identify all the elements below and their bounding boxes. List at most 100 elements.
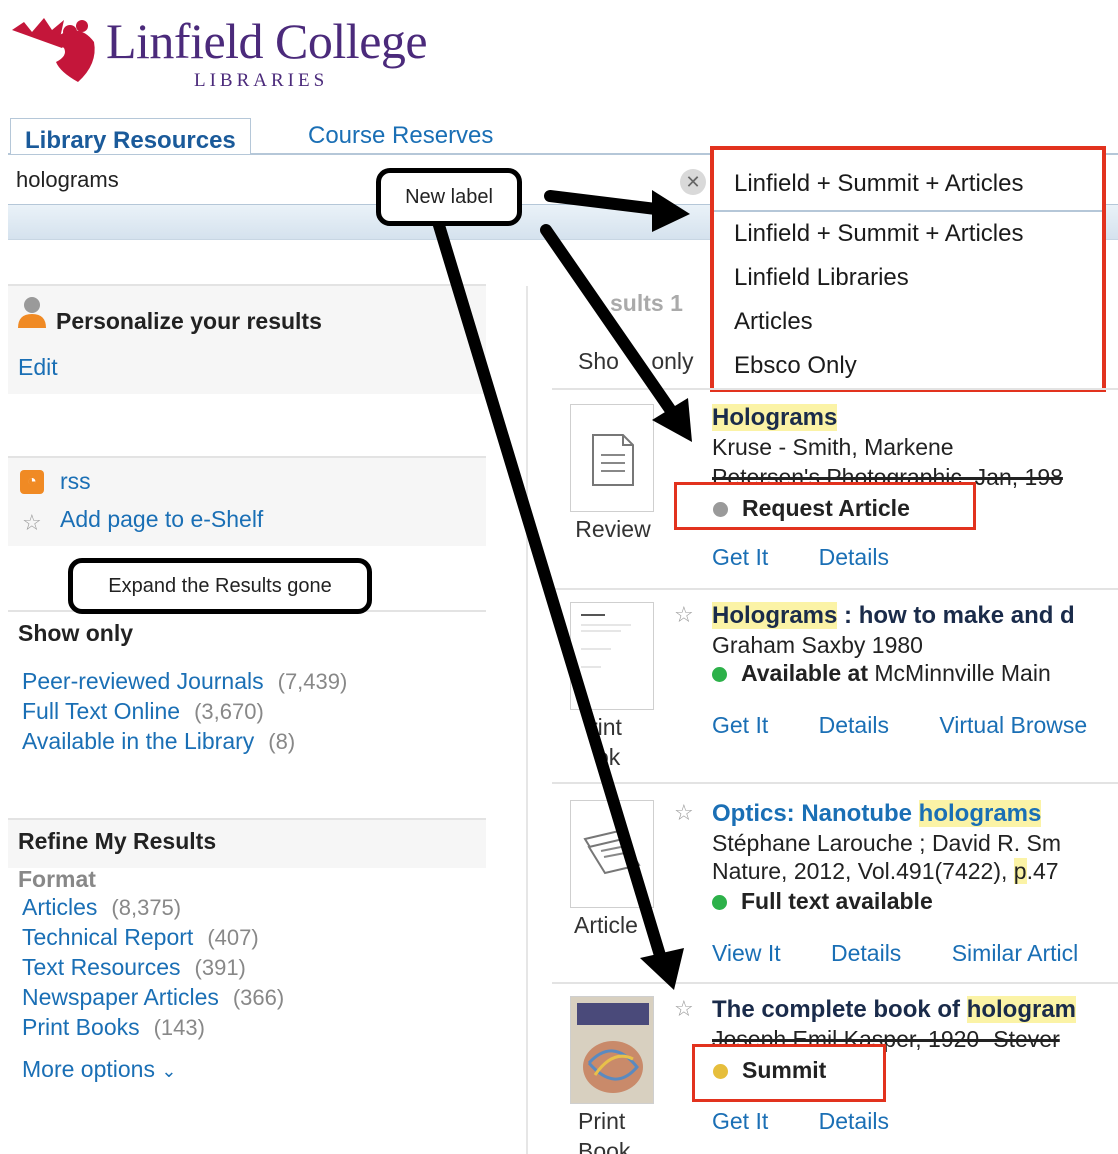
- details-link[interactable]: Details: [819, 1108, 889, 1134]
- format-list: Articles (8,375) Technical Report (407) Te…: [22, 894, 482, 1044]
- dropdown-divider: [714, 210, 1102, 212]
- star-icon[interactable]: ☆: [674, 800, 694, 826]
- tab-library-resources[interactable]: Library Resources: [10, 118, 251, 156]
- personalize-box: Personalize your results Edit: [8, 284, 486, 394]
- facet-print-books[interactable]: Print Books (143): [22, 1014, 482, 1044]
- status-label[interactable]: Request Article: [742, 495, 910, 521]
- result-title[interactable]: Optics: Nanotube holograms: [712, 800, 1042, 828]
- tab-course-reserves[interactable]: Course Reserves: [308, 122, 493, 150]
- scope-option[interactable]: Ebsco Only: [734, 352, 857, 380]
- book-cover-image: [571, 997, 653, 1103]
- availability-status[interactable]: Request Article: [713, 495, 910, 522]
- scope-option[interactable]: Linfield Libraries: [734, 264, 909, 292]
- details-link[interactable]: Details: [819, 712, 889, 738]
- details-link[interactable]: Details: [831, 940, 901, 966]
- title-highlight[interactable]: Holograms: [712, 404, 838, 431]
- source-rest: .47: [1026, 858, 1059, 884]
- result-thumbnail[interactable]: [570, 996, 654, 1104]
- oak-leaf-logo-icon: [12, 18, 95, 83]
- document-icon: [592, 434, 634, 486]
- edit-link[interactable]: Edit: [18, 354, 58, 381]
- facet-full-text[interactable]: Full Text Online (3,670): [22, 698, 482, 728]
- star-icon[interactable]: ☆: [674, 602, 694, 628]
- result-thumbnail[interactable]: [570, 800, 654, 908]
- facet-label[interactable]: Text Resources: [22, 954, 181, 980]
- result-author: Kruse - Smith, Markene: [712, 434, 954, 460]
- show-only-text: Sho: [578, 348, 619, 374]
- title-highlight[interactable]: hologram: [966, 996, 1077, 1023]
- book-cover-icon: [581, 614, 631, 668]
- scope-option[interactable]: Articles: [734, 308, 813, 336]
- search-input[interactable]: holograms: [16, 167, 119, 193]
- result-type-label: ok: [596, 744, 621, 770]
- logo-title: Linfield College: [106, 13, 428, 69]
- availability-status[interactable]: Available at McMinnville Main: [712, 660, 1051, 687]
- facet-count: (143): [153, 1015, 205, 1040]
- result-author: Graham Saxby 1980: [712, 632, 923, 658]
- actions-box: ◔ rss ☆ Add page to e-Shelf: [8, 456, 486, 546]
- add-eshelf-link[interactable]: Add page to e-Shelf: [60, 506, 263, 533]
- get-it-link[interactable]: Get It: [712, 544, 768, 570]
- result-thumbnail[interactable]: [570, 404, 654, 512]
- expand-gone-callout: Expand the Results gone: [68, 558, 372, 614]
- source-pre: Nature, 2012, Vol.491(7422),: [712, 858, 1014, 884]
- availability-box: Request Article: [674, 482, 976, 530]
- result-type-label: Review: [575, 516, 651, 542]
- chevron-down-icon: ⌄: [161, 1061, 177, 1081]
- result-actions: View It Details Similar Articl: [712, 940, 1078, 967]
- result-title[interactable]: Holograms : how to make and d: [712, 602, 1075, 630]
- scope-dropdown[interactable]: Linfield + Summit + Articles Linfield + …: [710, 146, 1106, 392]
- facet-newspaper-articles[interactable]: Newspaper Articles (366): [22, 984, 482, 1014]
- result-thumbnail[interactable]: [570, 602, 654, 710]
- refine-box: Refine My Results: [8, 818, 486, 868]
- facet-label[interactable]: Full Text Online: [22, 698, 180, 724]
- status-dot: [713, 502, 728, 518]
- more-options-label[interactable]: More options: [22, 1056, 155, 1082]
- star-icon[interactable]: ☆: [674, 996, 694, 1022]
- view-it-link[interactable]: View It: [712, 940, 781, 966]
- status-label[interactable]: Summit: [742, 1057, 826, 1083]
- status-dot: [712, 895, 727, 911]
- status-label[interactable]: Full text available: [741, 888, 933, 914]
- results-divider: [552, 388, 1118, 390]
- rss-icon: ◔: [20, 470, 44, 494]
- result-title[interactable]: The complete book of hologram: [712, 996, 1077, 1024]
- facet-peer-reviewed[interactable]: Peer-reviewed Journals (7,439): [22, 668, 482, 698]
- facet-articles[interactable]: Articles (8,375): [22, 894, 482, 924]
- title-highlight[interactable]: holograms: [918, 800, 1042, 827]
- title-pre[interactable]: Optics: Nanotube: [712, 800, 919, 827]
- title-pre[interactable]: The complete book of: [712, 996, 967, 1023]
- results-count: sults 1: [610, 290, 683, 316]
- facet-label[interactable]: Peer-reviewed Journals: [22, 668, 264, 694]
- scope-selected-value[interactable]: Linfield + Summit + Articles: [734, 170, 1023, 198]
- facet-label[interactable]: Articles: [22, 894, 97, 920]
- rss-link[interactable]: rss: [60, 468, 91, 495]
- facet-label[interactable]: Available in the Library: [22, 728, 254, 754]
- status-dot: [712, 667, 727, 683]
- personalize-title: Personalize your results: [56, 308, 322, 334]
- details-link[interactable]: Details: [819, 544, 889, 570]
- title-rest[interactable]: : how to make and d: [837, 602, 1075, 629]
- availability-status[interactable]: Summit: [713, 1057, 826, 1084]
- result-title[interactable]: Holograms: [712, 404, 838, 432]
- facet-label[interactable]: Technical Report: [22, 924, 193, 950]
- clear-search-icon[interactable]: ✕: [680, 169, 706, 195]
- availability-status[interactable]: Full text available: [712, 888, 933, 915]
- show-only-list: Peer-reviewed Journals (7,439) Full Text …: [22, 668, 482, 758]
- facet-label[interactable]: Print Books: [22, 1014, 140, 1040]
- get-it-link[interactable]: Get It: [712, 712, 768, 738]
- facet-technical-report[interactable]: Technical Report (407): [22, 924, 482, 954]
- title-highlight[interactable]: Holograms: [712, 602, 838, 629]
- facet-text-resources[interactable]: Text Resources (391): [22, 954, 482, 984]
- virtual-browse-link[interactable]: Virtual Browse: [939, 712, 1087, 738]
- more-options-link[interactable]: More options ⌄: [22, 1056, 176, 1083]
- status-label[interactable]: Available at: [741, 660, 868, 686]
- get-it-link[interactable]: Get It: [712, 1108, 768, 1134]
- show-only-title: Show only: [18, 620, 133, 646]
- facet-label[interactable]: Newspaper Articles: [22, 984, 219, 1010]
- facet-available-library[interactable]: Available in the Library (8): [22, 728, 482, 758]
- similar-articles-link[interactable]: Similar Articl: [952, 940, 1079, 966]
- facet-count: (8): [268, 729, 296, 754]
- scope-option[interactable]: Linfield + Summit + Articles: [734, 220, 1023, 248]
- result-actions: Get It Details: [712, 544, 889, 571]
